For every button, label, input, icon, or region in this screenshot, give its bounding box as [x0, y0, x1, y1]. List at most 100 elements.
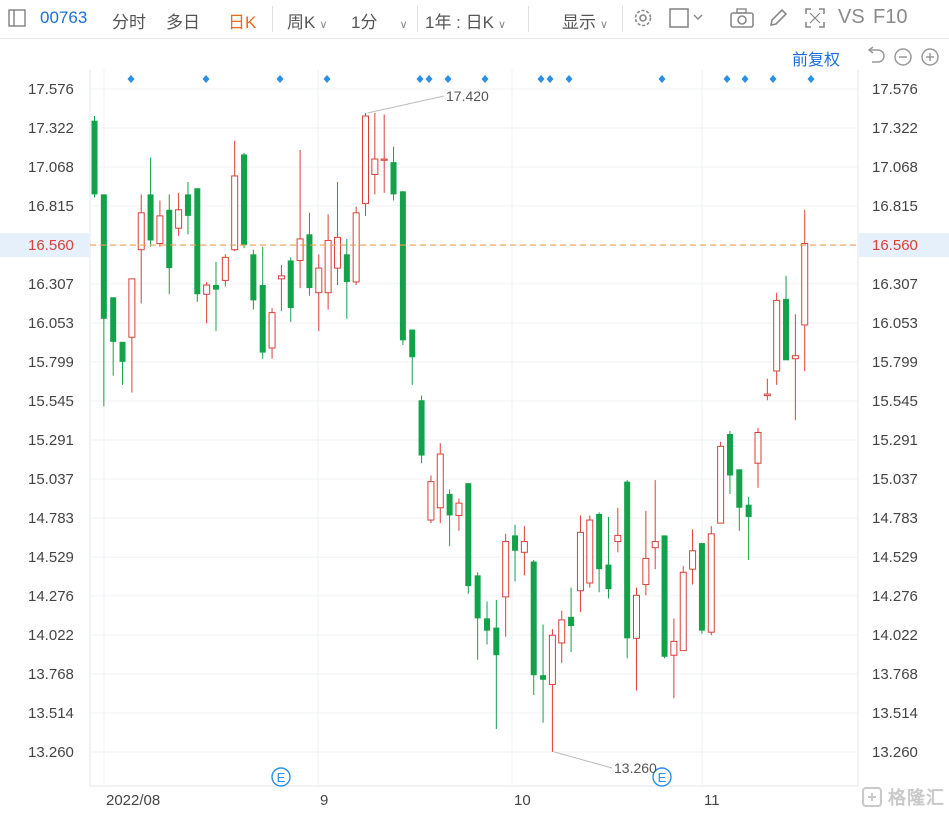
tab-intraday[interactable]: 分时: [112, 8, 146, 33]
candle-body-up: [277, 275, 285, 280]
watermark-text: 格隆汇: [888, 788, 946, 808]
candle-body-up: [576, 531, 584, 592]
event-diamond-marker: [416, 75, 424, 83]
candle-body-down: [184, 194, 191, 216]
event-diamond-marker: [127, 75, 135, 83]
y-tick-label-left: 16.815: [28, 198, 74, 215]
candle: [801, 209, 809, 372]
candle: [427, 475, 435, 524]
candle: [371, 112, 379, 195]
period-select[interactable]: 1年 : 日K ∨: [425, 8, 506, 33]
candle-body-up: [679, 571, 687, 652]
sidebar-toggle-icon[interactable]: [8, 9, 26, 27]
candle-body-down: [194, 188, 201, 295]
y-tick-label-right: 16.560: [872, 237, 918, 254]
candle-body-up: [586, 519, 594, 584]
candle: [399, 191, 406, 345]
pencil-icon[interactable]: [767, 7, 789, 29]
candle: [568, 587, 575, 653]
candle: [633, 587, 641, 691]
candle: [287, 257, 294, 322]
candle: [184, 182, 191, 235]
candle-body-down: [287, 260, 294, 309]
candle-body-down: [596, 513, 603, 570]
event-diamond-marker: [546, 75, 554, 83]
stock-code: 00763: [40, 8, 88, 27]
candle: [296, 149, 304, 289]
y-tick-label-right: 15.037: [872, 471, 918, 488]
candle: [166, 194, 173, 295]
candle-body-up: [717, 445, 725, 524]
tab-multi-day[interactable]: 多日: [166, 8, 200, 33]
candle-body-down: [736, 469, 743, 508]
event-diamond-marker: [658, 75, 666, 83]
candle: [783, 275, 790, 361]
camera-icon[interactable]: [729, 7, 755, 29]
candle-body-down: [465, 483, 472, 587]
gear-icon[interactable]: [632, 7, 654, 29]
y-tick-label-right: 17.068: [872, 159, 918, 176]
candle: [436, 443, 444, 524]
chevron-down-icon: ∨: [497, 19, 507, 31]
candle-body-down: [540, 675, 547, 680]
candle-body-down: [783, 298, 790, 361]
candle: [717, 441, 725, 524]
y-tick-label-right: 14.276: [872, 588, 918, 605]
toolbar: 00763 分时 多日 日K 周K ∨ 1分 ∨ 1年 : 日K ∨ 显示 ∨ VS F…: [0, 0, 949, 39]
candle: [465, 483, 472, 594]
candle: [418, 395, 425, 464]
y-tick-label-right: 13.768: [872, 666, 918, 683]
candle-body-down: [418, 400, 425, 456]
y-tick-label-left: 14.276: [28, 588, 74, 605]
candle-body-up: [296, 238, 304, 261]
toolbar-divider: [272, 6, 273, 32]
fullscreen-icon[interactable]: [804, 7, 826, 29]
display-menu[interactable]: 显示 ∨: [562, 8, 608, 33]
candle: [175, 192, 183, 236]
y-tick-label-right: 15.545: [872, 393, 918, 410]
axis-labels: 17.576 17.576 17.322 17.322 17.068 17.068 16.8…: [28, 81, 918, 809]
candle-body-up: [791, 355, 799, 360]
y-tick-label-right: 16.307: [872, 276, 918, 293]
candle-body-up: [231, 175, 239, 251]
candle: [362, 112, 370, 216]
candle-body-down: [409, 329, 416, 358]
candle: [558, 610, 566, 663]
candle-body-down: [390, 162, 397, 195]
f10-button[interactable]: F10: [873, 6, 907, 29]
candle-body-up: [137, 212, 145, 251]
candle: [520, 526, 528, 576]
candle: [707, 526, 715, 636]
candle-body-down: [119, 341, 126, 362]
candle-body-down: [306, 234, 313, 289]
candle-body-up: [175, 209, 183, 229]
y-tick-label-left: 17.576: [28, 81, 74, 98]
candle-body-down: [605, 564, 612, 590]
candle-body-up: [801, 243, 809, 326]
candle: [651, 480, 659, 570]
y-tick-label-left: 15.545: [28, 393, 74, 410]
candle: [268, 308, 276, 359]
candle: [773, 292, 781, 385]
event-diamond-marker: [769, 75, 777, 83]
candle-body-up: [651, 541, 659, 549]
event-diamond-marker: [807, 75, 815, 83]
tab-weekly-k[interactable]: 周K ∨: [287, 8, 327, 33]
candles: [91, 112, 809, 752]
y-tick-label-left: 15.291: [28, 432, 74, 449]
tab-daily-k[interactable]: 日K: [228, 8, 256, 33]
candle: [203, 281, 211, 324]
vs-button[interactable]: VS: [838, 6, 865, 29]
candle-body-down: [446, 493, 453, 516]
candle-body-up: [352, 212, 360, 283]
period-label: 1年 : 日K: [425, 13, 494, 32]
candle: [483, 601, 490, 645]
candle: [147, 157, 154, 247]
candlestick-chart[interactable]: 17.420E E13.260 17.576 17.57617.322 17.3221…: [0, 38, 949, 814]
candle-body-down: [147, 194, 154, 241]
candle-body-down: [568, 616, 575, 627]
tab-1min[interactable]: 1分 ∨: [351, 8, 408, 33]
earnings-event-marker: E: [271, 767, 291, 787]
chart-style-icon[interactable]: [668, 7, 708, 29]
toolbar-divider: [417, 6, 418, 32]
